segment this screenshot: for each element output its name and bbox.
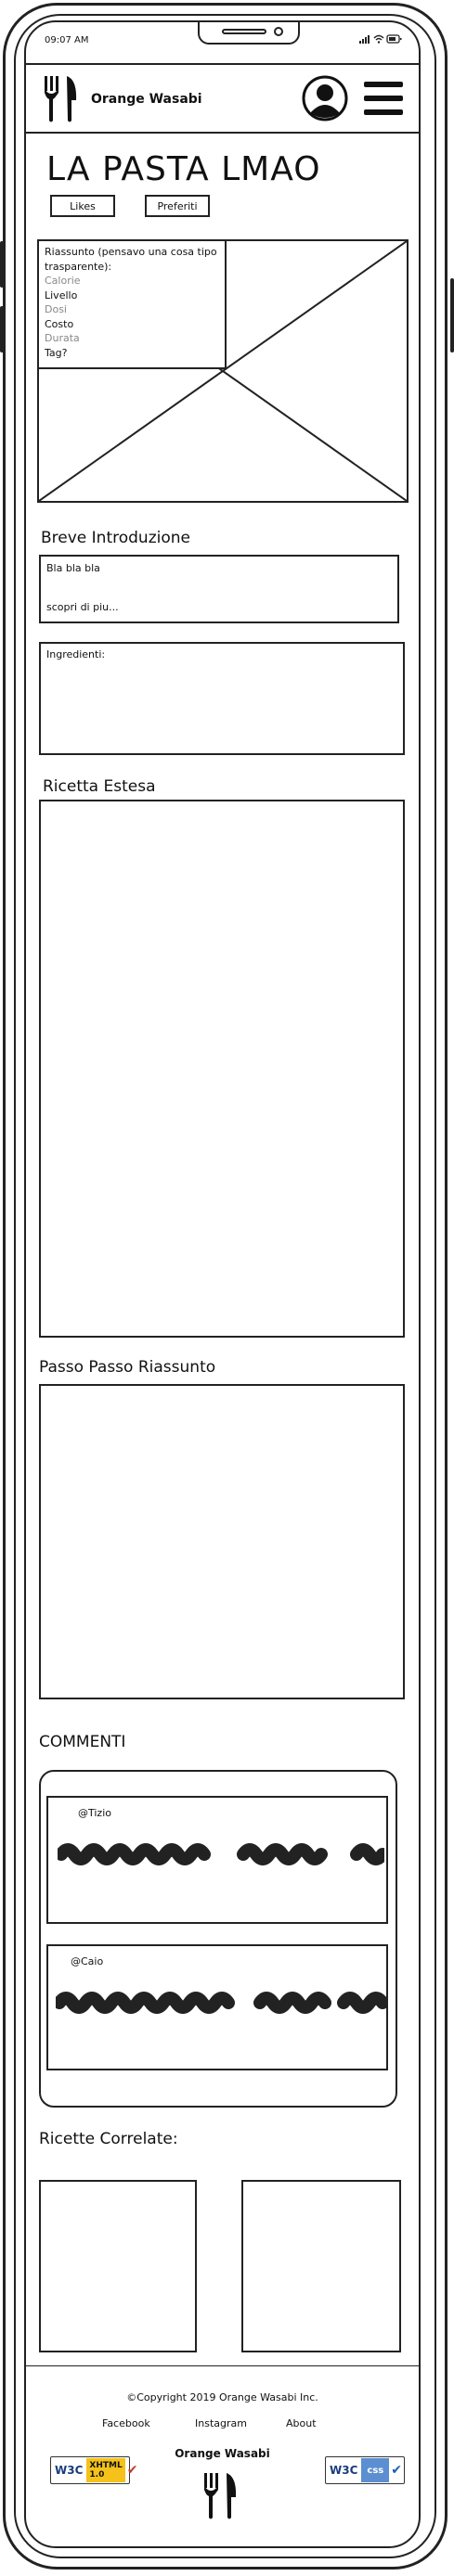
volume-down-button (0, 306, 4, 352)
comment-author[interactable]: @Tizio (78, 1807, 111, 1819)
intro-box: Bla bla bla scopri di piu... (39, 555, 399, 623)
phone-screen: 09:07 AM Orange Wasabi LA PASTA LMAO Lik… (24, 20, 421, 2548)
w3c-label: W3C (55, 2464, 84, 2477)
summary-box: Riassunto (pensavo una cosa tipo traspar… (37, 239, 227, 369)
xhtml-version: 1.0 (89, 2470, 105, 2480)
summary-item-cost: Costo (45, 317, 74, 330)
summary-item-portions: Dosi (45, 303, 67, 315)
status-icons (359, 33, 402, 47)
ingredients-label: Ingredienti: (46, 648, 106, 660)
comment-text-scribble (58, 1843, 384, 1865)
fork-knife-logo-icon[interactable] (43, 74, 80, 124)
checkmark-icon: ✔ (391, 2463, 402, 2478)
summary-item-duration: Durata (45, 332, 80, 344)
hamburger-menu-icon[interactable] (364, 80, 403, 117)
notch (198, 22, 300, 45)
w3c-label: W3C (330, 2464, 358, 2477)
summary-list: Riassunto (pensavo una cosa tipo traspar… (45, 245, 221, 360)
footer-copyright: ©Copyright 2019 Orange Wasabi Inc. (126, 2391, 318, 2403)
css-label: css (361, 2458, 390, 2482)
volume-up-button (0, 241, 4, 288)
summary-item-level: Livello (45, 288, 78, 301)
likes-button[interactable]: Likes (50, 195, 115, 217)
power-button (450, 278, 454, 352)
related-recipe-card[interactable] (241, 2180, 401, 2352)
intro-text: Bla bla bla (46, 562, 100, 574)
intro-heading: Breve Introduzione (41, 529, 190, 547)
w3c-xhtml-badge[interactable]: W3C XHTML 1.0 ✔ (50, 2456, 137, 2484)
header-bar (26, 63, 419, 134)
w3c-css-badge[interactable]: W3C css ✔ (325, 2456, 405, 2484)
read-more-link[interactable]: scopri di piu... (46, 601, 119, 613)
speaker (222, 29, 266, 34)
comment-text-scribble (56, 1992, 386, 2014)
checkmark-icon: ✔ (126, 2463, 138, 2478)
summary-title: Riassunto (pensavo una cosa tipo traspar… (45, 246, 217, 273)
xhtml-badge-panel: XHTML 1.0 (86, 2458, 125, 2482)
related-heading: Ricette Correlate: (39, 2130, 178, 2148)
ingredients-box: Ingredienti: (39, 642, 405, 755)
footer-link-facebook[interactable]: Facebook (102, 2417, 150, 2429)
comment-card: @Tizio (46, 1796, 388, 1924)
signal-wifi-battery-icon (359, 34, 402, 44)
summary-item-tags: Tag? (45, 346, 68, 359)
footer-link-about[interactable]: About (286, 2417, 317, 2429)
user-avatar-icon[interactable] (301, 74, 349, 122)
comments-heading: COMMENTI (39, 1733, 126, 1751)
related-recipe-card[interactable] (39, 2180, 197, 2352)
status-time: 09:07 AM (45, 35, 89, 45)
summary-item-calories: Calorie (45, 275, 81, 287)
xhtml-label: XHTML (89, 2461, 123, 2470)
footer-link-instagram[interactable]: Instagram (195, 2417, 247, 2429)
recipe-image-placeholder: Riassunto (pensavo una cosa tipo traspar… (37, 239, 409, 503)
brand-name[interactable]: Orange Wasabi (91, 92, 202, 107)
fork-knife-footer-icon (204, 2473, 237, 2519)
step-by-step-heading: Passo Passo Riassunto (39, 1358, 216, 1377)
footer-divider (26, 2365, 419, 2366)
favorites-button[interactable]: Preferiti (145, 195, 210, 217)
camera (274, 27, 283, 36)
comment-card: @Caio (46, 1944, 388, 2070)
comments-container: @Tizio @Caio (39, 1770, 397, 2108)
step-by-step-box (39, 1384, 405, 1699)
extended-recipe-box (39, 800, 405, 1338)
comment-author[interactable]: @Caio (71, 1955, 103, 1967)
extended-recipe-heading: Ricetta Estesa (43, 777, 156, 796)
recipe-title: LA PASTA LMAO (46, 150, 321, 188)
